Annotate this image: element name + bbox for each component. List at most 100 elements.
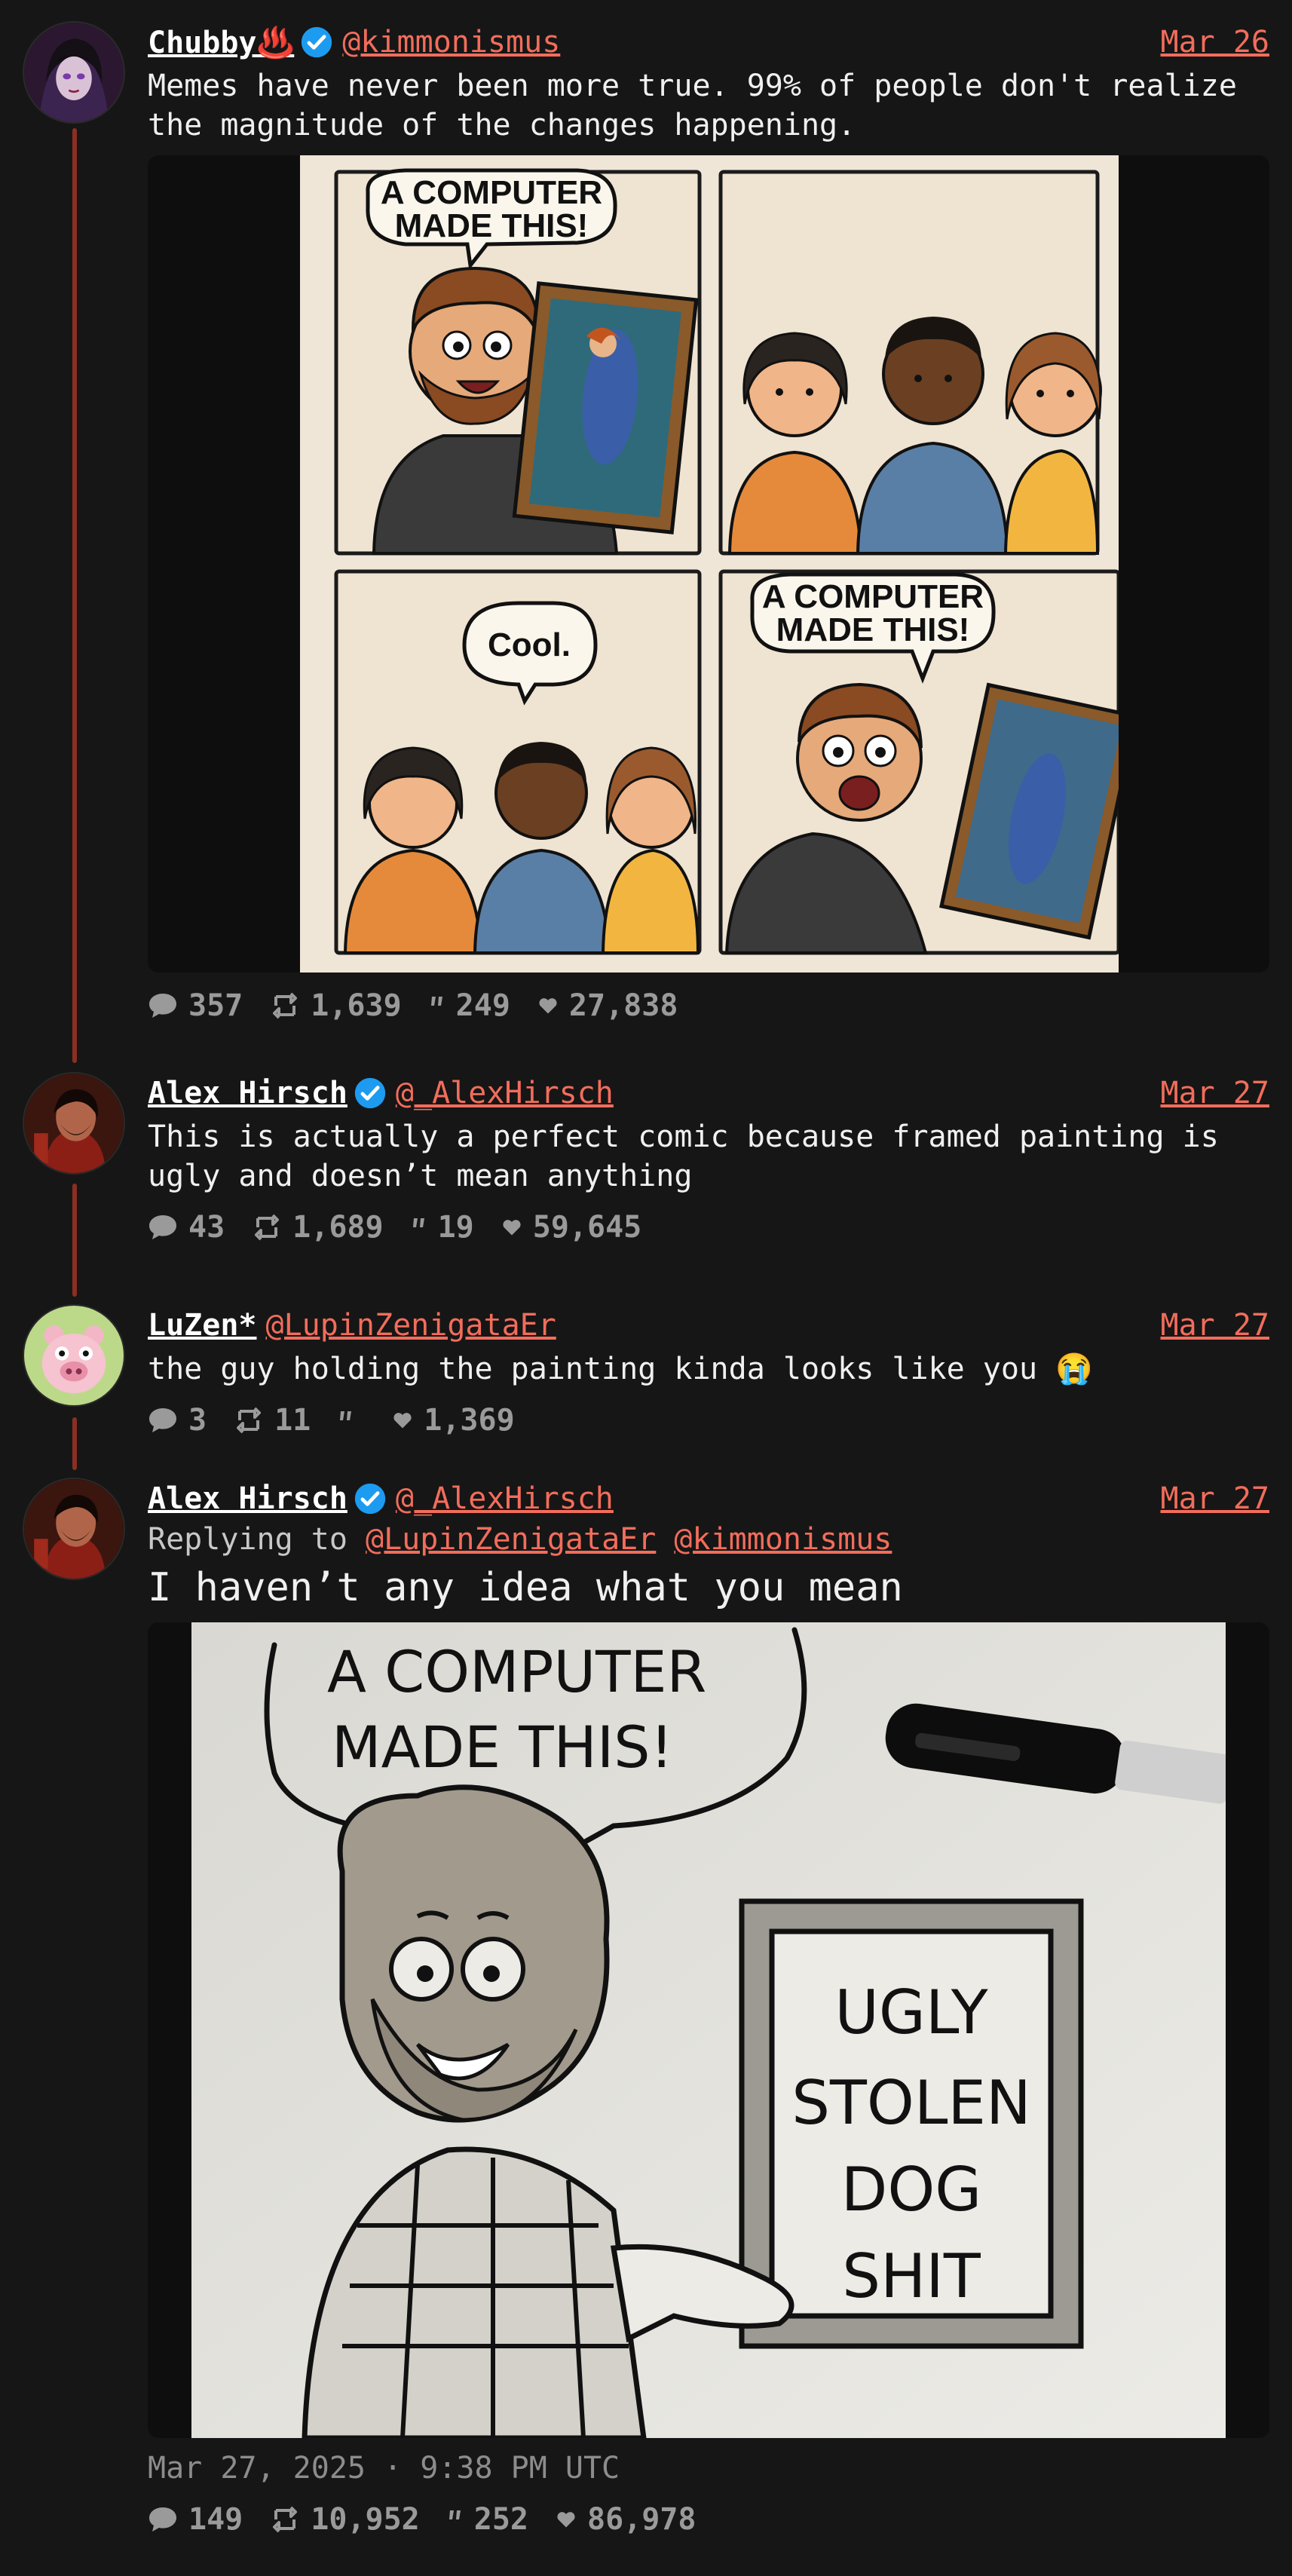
speech-bubble-icon: [148, 992, 178, 1019]
tweet-header: Chubby♨️ @kimmonismus Mar 26: [148, 21, 1269, 63]
reply-count: 43: [188, 1210, 225, 1245]
frame-text-4: SHIT: [842, 2241, 981, 2311]
quote-stat[interactable]: 19: [411, 1210, 474, 1245]
tweet-date[interactable]: Mar 27: [1161, 1308, 1270, 1343]
repost-icon: [234, 1407, 264, 1434]
like-count: 86,978: [587, 2502, 697, 2537]
heart-icon: [556, 2509, 577, 2530]
repost-stat[interactable]: 1,639: [270, 988, 402, 1023]
frame-text-2: STOLEN: [791, 2068, 1031, 2138]
tweet-date[interactable]: Mar 27: [1161, 1076, 1270, 1110]
repost-count: 1,639: [311, 988, 402, 1023]
reply-stat[interactable]: 3: [148, 1403, 207, 1438]
like-stat[interactable]: 59,645: [501, 1210, 642, 1245]
mention-link[interactable]: @LupinZenigataEr: [366, 1522, 656, 1557]
reply-stat[interactable]: 357: [148, 988, 243, 1023]
speech-bubble-icon: [148, 1407, 178, 1434]
reply-count: 149: [188, 2502, 243, 2537]
repost-count: 10,952: [311, 2502, 420, 2537]
like-count: 27,838: [568, 988, 678, 1023]
quote-icon: [411, 1214, 427, 1241]
drawing-image: A COMPUTER MADE THIS! UGLY STOLEN DOG SH…: [191, 1622, 1226, 2438]
author-handle[interactable]: @_AlexHirsch: [396, 1481, 614, 1516]
tweet-text: Memes have never been more true. 99% of …: [148, 69, 1237, 142]
like-stat[interactable]: 86,978: [556, 2502, 697, 2537]
author-handle[interactable]: @_AlexHirsch: [396, 1076, 614, 1110]
verified-badge-icon: [354, 1482, 387, 1515]
drawn-speech-2: MADE THIS!: [332, 1714, 673, 1781]
quote-count: 249: [455, 988, 510, 1023]
repost-stat[interactable]: 1,689: [252, 1210, 384, 1245]
frame-text-3: DOG: [841, 2155, 982, 2225]
avatar[interactable]: [23, 1478, 125, 1580]
reply-stat[interactable]: 149: [148, 2502, 243, 2537]
quote-stat[interactable]: 252: [447, 2502, 528, 2537]
heart-icon: [501, 1217, 522, 1238]
repost-count: 11: [274, 1403, 311, 1438]
thread-connector: [72, 1417, 77, 1470]
quote-stat[interactable]: [338, 1407, 365, 1434]
repost-icon: [252, 1214, 282, 1241]
tweet-media[interactable]: A COMPUTER MADE THIS! UGLY STOLEN DOG SH…: [148, 1622, 1269, 2438]
tweet-text: This is actually a perfect comic because…: [148, 1120, 1219, 1193]
author-name[interactable]: Chubby♨️: [148, 25, 294, 60]
replying-prefix: Replying to: [148, 1522, 347, 1557]
tweet-header: LuZen* @LupinZenigataEr Mar 27: [148, 1304, 1269, 1346]
reply-count: 357: [188, 988, 243, 1023]
author-name[interactable]: Alex Hirsch: [148, 1481, 347, 1516]
tweet-body: LuZen* @LupinZenigataEr Mar 27 the guy h…: [148, 1304, 1269, 1443]
repost-count: 1,689: [292, 1210, 384, 1245]
tweet-stats: 357 1,639 249 27,838: [148, 983, 1269, 1028]
tweet-timestamp[interactable]: Mar 27, 2025 · 9:38 PM UTC: [148, 2446, 1269, 2491]
like-count: 59,645: [532, 1210, 642, 1245]
avatar[interactable]: [23, 21, 125, 124]
frame-text-1: UGLY: [834, 1977, 988, 2048]
repost-icon: [270, 2506, 300, 2533]
comic-image: A COMPUTER MADE THIS! Cool. A COMPUTER M…: [300, 155, 1119, 973]
reply-stat[interactable]: 43: [148, 1210, 225, 1245]
tweet-stats: 3 11 1,369: [148, 1398, 1269, 1443]
thread-connector: [72, 1184, 77, 1297]
quote-stat[interactable]: 249: [429, 988, 510, 1023]
speech-line-2: MADE THIS!: [776, 611, 970, 648]
tweet-header: Alex Hirsch @_AlexHirsch Mar 27: [148, 1478, 1269, 1520]
tweet-stats: 149 10,952 252 86,978: [148, 2497, 1269, 2542]
author-handle[interactable]: @LupinZenigataEr: [266, 1308, 556, 1343]
heart-icon: [392, 1410, 413, 1431]
verified-badge-icon: [300, 26, 333, 59]
repost-stat[interactable]: 10,952: [270, 2502, 420, 2537]
speech-bubble-icon: [148, 2506, 178, 2533]
tweet-body: Chubby♨️ @kimmonismus Mar 26 Memes have …: [148, 21, 1269, 1028]
speech-line-2: MADE THIS!: [395, 207, 589, 244]
avatar[interactable]: [23, 1072, 125, 1175]
quote-icon: [338, 1407, 354, 1434]
mention-link[interactable]: @kimmonismus: [674, 1522, 892, 1557]
tweet-header: Alex Hirsch @_AlexHirsch Mar 27: [148, 1072, 1269, 1114]
tweet-body: Alex Hirsch @_AlexHirsch Mar 27 Replying…: [148, 1478, 1269, 2542]
speech-cool: Cool.: [488, 626, 571, 663]
author-name[interactable]: LuZen*: [148, 1308, 257, 1343]
quote-icon: [447, 2506, 464, 2533]
tweet-date[interactable]: Mar 26: [1161, 25, 1270, 60]
verified-badge-icon: [354, 1077, 387, 1110]
quote-icon: [429, 992, 445, 1019]
author-name[interactable]: Alex Hirsch: [148, 1076, 347, 1110]
tweet-text: I haven’t any idea what you mean: [148, 1565, 903, 1610]
tweet-media[interactable]: A COMPUTER MADE THIS! Cool. A COMPUTER M…: [148, 155, 1269, 973]
like-stat[interactable]: 27,838: [537, 988, 678, 1023]
speech-bubble-icon: [148, 1214, 178, 1241]
repost-stat[interactable]: 11: [234, 1403, 311, 1438]
tweet-date[interactable]: Mar 27: [1161, 1481, 1270, 1516]
like-stat[interactable]: 1,369: [392, 1403, 515, 1438]
quote-count: 252: [473, 2502, 528, 2537]
tweet-body: Alex Hirsch @_AlexHirsch Mar 27 This is …: [148, 1072, 1269, 1250]
author-handle[interactable]: @kimmonismus: [342, 25, 560, 60]
repost-icon: [270, 992, 300, 1019]
thread-connector: [72, 128, 77, 1063]
speech-line-1: A COMPUTER: [381, 174, 602, 211]
tweet-text: the guy holding the painting kinda looks…: [148, 1352, 1093, 1386]
quote-count: 19: [437, 1210, 474, 1245]
thread: Chubby♨️ @kimmonismus Mar 26 Memes have …: [0, 0, 1292, 2576]
drawn-speech-1: A COMPUTER: [327, 1638, 706, 1705]
avatar[interactable]: [23, 1304, 125, 1407]
